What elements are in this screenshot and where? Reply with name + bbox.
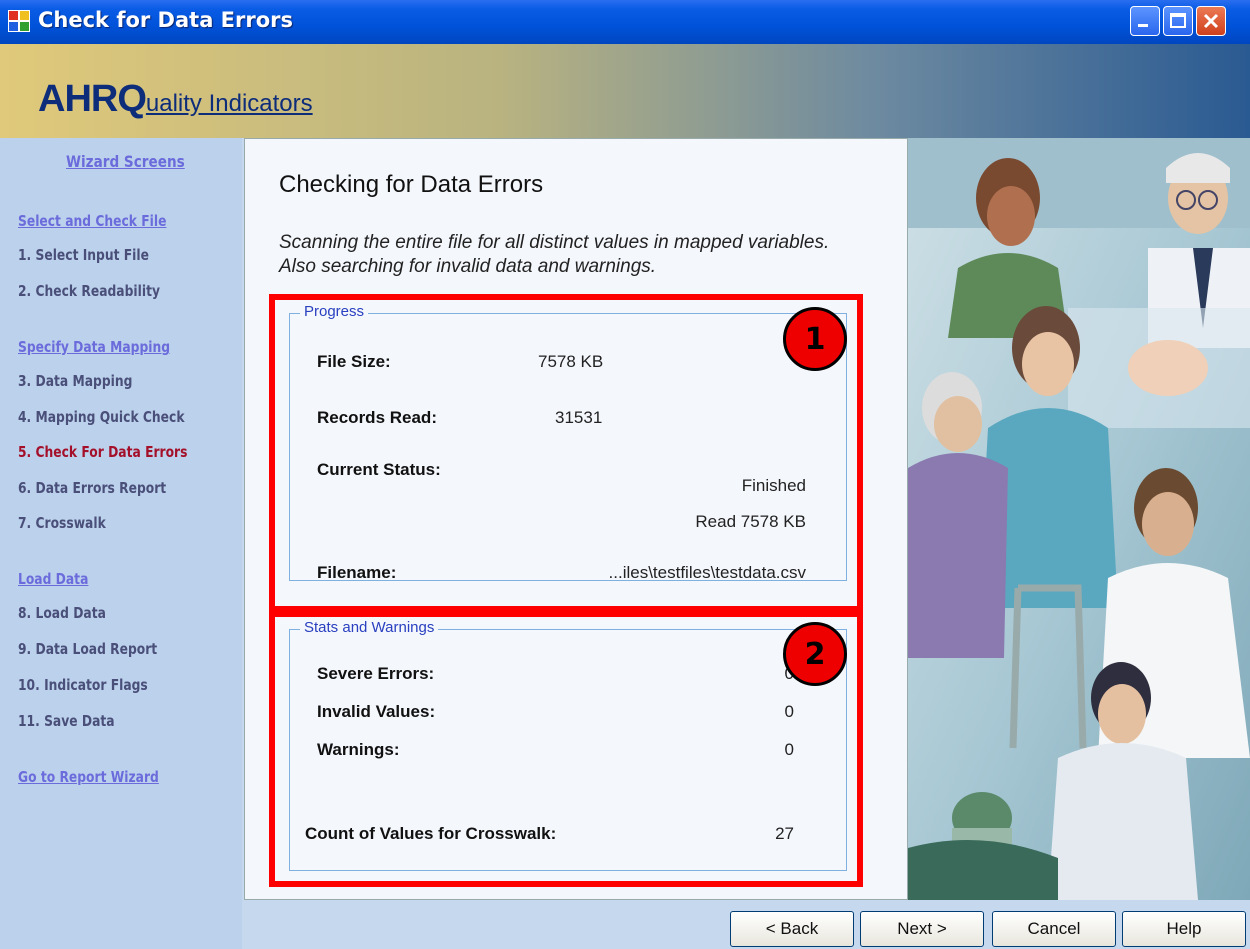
close-icon: [1203, 13, 1219, 29]
cancel-button[interactable]: Cancel: [992, 911, 1116, 947]
healthcare-illustration: [908, 138, 1250, 900]
check-data-errors-window: Check for Data Errors AHRQuality Indicat…: [0, 0, 1250, 949]
next-button[interactable]: Next >: [860, 911, 984, 947]
minimize-button[interactable]: [1130, 6, 1160, 36]
sidebar-item-mapping-quick-check[interactable]: 4. Mapping Quick Check: [18, 408, 185, 426]
sidebar-link-report-wizard[interactable]: Go to Report Wizard: [18, 768, 159, 786]
page-title: Checking for Data Errors: [279, 171, 544, 198]
window-title: Check for Data Errors: [38, 8, 294, 32]
sidebar-section-select-check-file[interactable]: Select and Check File: [18, 212, 166, 230]
app-icon: [8, 10, 30, 32]
help-button[interactable]: Help: [1122, 911, 1246, 947]
sidebar-item-data-load-report[interactable]: 9. Data Load Report: [18, 640, 157, 658]
sidebar-item-indicator-flags[interactable]: 10. Indicator Flags: [18, 676, 148, 694]
callout-badge-1: 1: [783, 307, 847, 371]
maximize-button[interactable]: [1163, 6, 1193, 36]
back-button[interactable]: < Back: [730, 911, 854, 947]
wizard-body: Wizard Screens Select and Check File 1. …: [0, 138, 1250, 949]
sidebar-item-data-mapping[interactable]: 3. Data Mapping: [18, 372, 132, 390]
highlight-box-1: [269, 294, 863, 612]
sidebar-heading: Wizard Screens: [66, 152, 185, 171]
highlight-box-2: [269, 611, 863, 887]
sidebar-item-select-input-file[interactable]: 1. Select Input File: [18, 246, 149, 264]
ahrq-logo: AHRQuality Indicators: [38, 78, 313, 121]
callout-badge-2: 2: [783, 622, 847, 686]
sidebar-item-data-errors-report[interactable]: 6. Data Errors Report: [18, 479, 166, 497]
sidebar-item-check-for-data-errors[interactable]: 5. Check For Data Errors: [18, 443, 187, 461]
logo-quality-text: uality Indicators: [145, 90, 313, 117]
sidebar-item-load-data[interactable]: 8. Load Data: [18, 604, 106, 622]
page-description: Scanning the entire file for all distinc…: [279, 232, 830, 277]
minimize-icon: [1138, 24, 1148, 27]
wizard-sidebar: Wizard Screens Select and Check File 1. …: [0, 138, 242, 949]
sidebar-section-specify-data-mapping[interactable]: Specify Data Mapping: [18, 338, 170, 356]
sidebar-item-check-readability[interactable]: 2. Check Readability: [18, 282, 160, 300]
main-content-panel: Checking for Data Errors Scanning the en…: [244, 138, 908, 900]
illustration-artwork: [908, 138, 1250, 900]
close-button[interactable]: [1196, 6, 1226, 36]
maximize-icon: [1170, 13, 1186, 28]
sidebar-item-save-data[interactable]: 11. Save Data: [18, 712, 115, 730]
title-bar[interactable]: Check for Data Errors: [0, 0, 1250, 44]
sidebar-section-load-data[interactable]: Load Data: [18, 570, 88, 588]
ahrq-banner: AHRQuality Indicators: [0, 44, 1250, 138]
sidebar-item-crosswalk[interactable]: 7. Crosswalk: [18, 514, 106, 532]
logo-ahrq-text: AHRQ: [38, 78, 147, 120]
